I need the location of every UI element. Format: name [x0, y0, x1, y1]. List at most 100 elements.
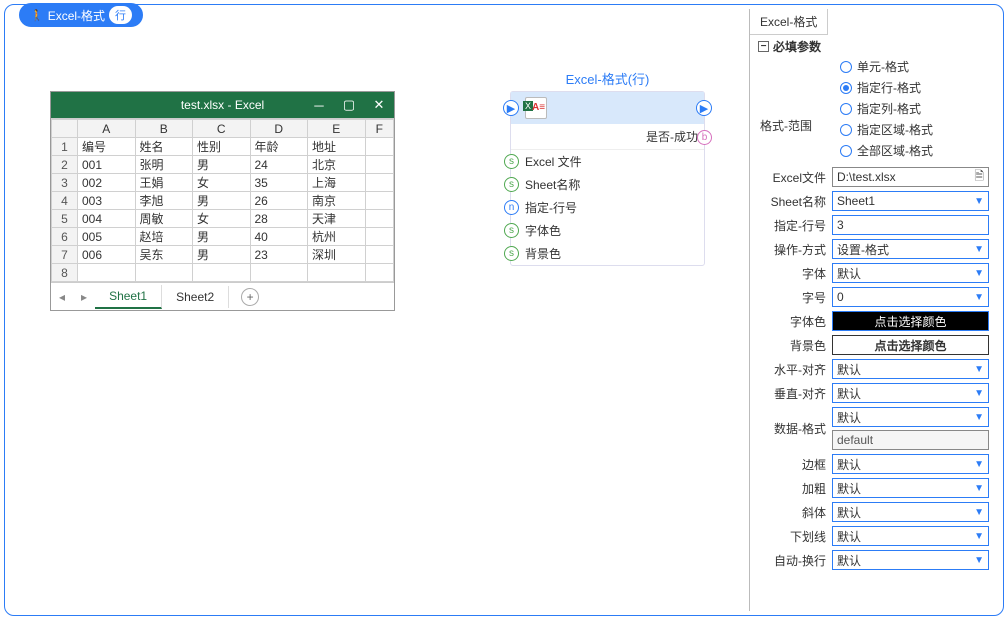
cell[interactable]: 男 [193, 156, 251, 174]
row-header[interactable]: 1 [52, 138, 78, 156]
tab-prev-icon[interactable]: ◂ [51, 290, 73, 304]
column-header[interactable]: B [135, 120, 193, 138]
cell[interactable]: 002 [78, 174, 136, 192]
node-header[interactable]: ▶ ▶ [511, 92, 704, 124]
minimize-icon[interactable]: － [304, 92, 334, 118]
cell[interactable]: 004 [78, 210, 136, 228]
node-input-port[interactable]: s [504, 246, 519, 261]
node-input-port[interactable]: s [504, 154, 519, 169]
input-italic[interactable]: 默认▼ [832, 502, 989, 522]
radio-option[interactable]: 全部区域-格式 [840, 142, 999, 159]
column-header[interactable]: D [250, 120, 308, 138]
cell[interactable]: 深圳 [308, 246, 366, 264]
cell[interactable]: 女 [193, 174, 251, 192]
cell[interactable]: 女 [193, 210, 251, 228]
node-port-out[interactable]: ▶ [696, 100, 712, 116]
input-underline[interactable]: 默认▼ [832, 526, 989, 546]
cell[interactable] [193, 264, 251, 282]
cell[interactable]: 北京 [308, 156, 366, 174]
cell[interactable] [365, 210, 394, 228]
section-required[interactable]: − 必填参数 [750, 35, 999, 58]
node-input-port[interactable]: s [504, 177, 519, 192]
cell[interactable]: 23 [250, 246, 308, 264]
input-data-format-default[interactable]: default [832, 430, 989, 450]
cell[interactable]: 男 [193, 192, 251, 210]
input-h-align[interactable]: 默认▼ [832, 359, 989, 379]
row-header[interactable]: 2 [52, 156, 78, 174]
maximize-icon[interactable]: ▢ [334, 92, 364, 118]
cell[interactable]: 006 [78, 246, 136, 264]
cell[interactable]: 李旭 [135, 192, 193, 210]
input-font[interactable]: 默认▼ [832, 263, 989, 283]
radio-option[interactable]: 指定列-格式 [840, 100, 999, 117]
cell[interactable]: 编号 [78, 138, 136, 156]
input-font-color[interactable]: 点击选择颜色 [832, 311, 989, 331]
cell[interactable]: 周敏 [135, 210, 193, 228]
tab-next-icon[interactable]: ▸ [73, 290, 95, 304]
input-data-format[interactable]: 默认▼ [832, 407, 989, 427]
row-header[interactable]: 5 [52, 210, 78, 228]
input-bg-color[interactable]: 点击选择颜色 [832, 335, 989, 355]
row-header[interactable]: 8 [52, 264, 78, 282]
cell[interactable]: 24 [250, 156, 308, 174]
cell[interactable]: 005 [78, 228, 136, 246]
cell[interactable]: 天津 [308, 210, 366, 228]
cell[interactable] [250, 264, 308, 282]
column-header[interactable]: A [78, 120, 136, 138]
input-row-no[interactable]: 3 [832, 215, 989, 235]
input-excel-file[interactable]: D:\test.xlsx🗎 [832, 167, 989, 187]
cell[interactable]: 40 [250, 228, 308, 246]
input-wrap[interactable]: 默认▼ [832, 550, 989, 570]
cell[interactable]: 张明 [135, 156, 193, 174]
input-font-size[interactable]: 0▼ [832, 287, 989, 307]
row-header[interactable]: 6 [52, 228, 78, 246]
cell[interactable] [365, 174, 394, 192]
cell[interactable]: 28 [250, 210, 308, 228]
radio-option[interactable]: 单元-格式 [840, 58, 999, 75]
close-icon[interactable]: ✕ [364, 92, 394, 118]
cell[interactable] [365, 192, 394, 210]
column-header[interactable]: F [365, 120, 394, 138]
input-bold[interactable]: 默认▼ [832, 478, 989, 498]
node-input-port[interactable]: s [504, 223, 519, 238]
cell[interactable]: 男 [193, 228, 251, 246]
cell[interactable]: 上海 [308, 174, 366, 192]
node-output-port[interactable]: b [697, 130, 712, 145]
cell[interactable]: 赵培 [135, 228, 193, 246]
input-border[interactable]: 默认▼ [832, 454, 989, 474]
cell[interactable] [308, 264, 366, 282]
cell[interactable]: 吴东 [135, 246, 193, 264]
cell[interactable]: 001 [78, 156, 136, 174]
radio-option[interactable]: 指定行-格式 [840, 79, 999, 96]
node-port-in[interactable]: ▶ [503, 100, 519, 116]
cell[interactable]: 003 [78, 192, 136, 210]
node-input-port[interactable]: n [504, 200, 519, 215]
input-v-align[interactable]: 默认▼ [832, 383, 989, 403]
cell[interactable] [78, 264, 136, 282]
input-sheet-name[interactable]: Sheet1▼ [832, 191, 989, 211]
row-header[interactable]: 7 [52, 246, 78, 264]
cell[interactable] [365, 228, 394, 246]
cell[interactable]: 地址 [308, 138, 366, 156]
column-header[interactable] [52, 120, 78, 138]
row-header[interactable]: 4 [52, 192, 78, 210]
radio-option[interactable]: 指定区域-格式 [840, 121, 999, 138]
sheet-tab-2[interactable]: Sheet2 [162, 286, 229, 308]
cell[interactable]: 26 [250, 192, 308, 210]
collapse-icon[interactable]: − [758, 41, 769, 52]
add-sheet-icon[interactable]: + [241, 288, 259, 306]
cell[interactable]: 年龄 [250, 138, 308, 156]
column-header[interactable]: C [193, 120, 251, 138]
cell[interactable]: 姓名 [135, 138, 193, 156]
node-block[interactable]: Excel-格式(行) ▶ ▶ 是否-成功 b sExcel 文件sSheet名… [510, 69, 705, 266]
cell[interactable]: 南京 [308, 192, 366, 210]
sheet-tab-1[interactable]: Sheet1 [95, 285, 162, 309]
panel-tab[interactable]: Excel-格式 [750, 9, 828, 35]
cell[interactable]: 杭州 [308, 228, 366, 246]
cell[interactable]: 35 [250, 174, 308, 192]
file-browse-icon[interactable]: 🗎 [974, 167, 984, 188]
input-operation[interactable]: 设置-格式▼ [832, 239, 989, 259]
cell[interactable] [365, 156, 394, 174]
cell[interactable]: 男 [193, 246, 251, 264]
cell[interactable]: 王娟 [135, 174, 193, 192]
